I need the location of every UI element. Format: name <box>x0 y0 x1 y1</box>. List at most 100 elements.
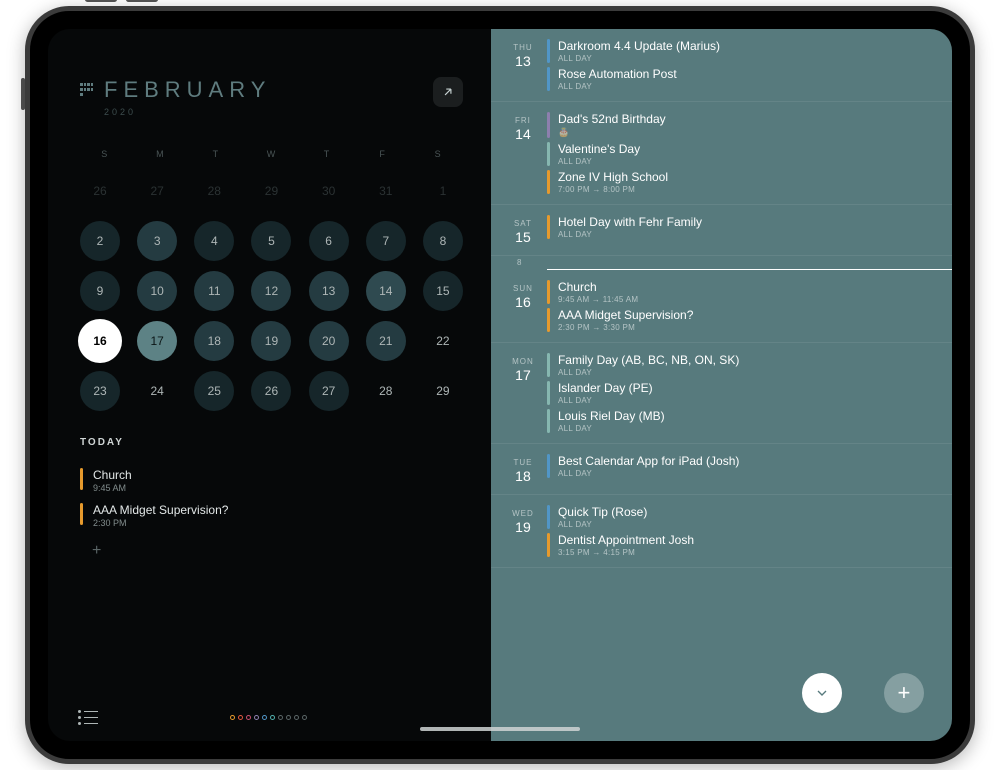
agenda-event[interactable]: Best Calendar App for iPad (Josh)ALL DAY <box>547 454 940 478</box>
calendar-day[interactable]: 5 <box>251 221 291 261</box>
agenda-date[interactable]: MON17 <box>499 353 547 433</box>
calendar-day[interactable]: 19 <box>251 321 291 361</box>
agenda-event[interactable]: Dentist Appointment Josh3:15 PM → 4:15 P… <box>547 533 940 557</box>
agenda-event[interactable]: Quick Tip (Rose)ALL DAY <box>547 505 940 529</box>
agenda-event[interactable]: Louis Riel Day (MB)ALL DAY <box>547 409 940 433</box>
agenda-date[interactable]: FRI14 <box>499 112 547 194</box>
calendar-day[interactable]: 27 <box>137 171 177 211</box>
agenda-date[interactable]: TUE18 <box>499 454 547 484</box>
calendar-day[interactable]: 2 <box>80 221 120 261</box>
calendar-day[interactable]: 28 <box>366 371 406 411</box>
event-title: Family Day (AB, BC, NB, ON, SK) <box>558 353 739 367</box>
calendar-day[interactable]: 26 <box>251 371 291 411</box>
event-title: Rose Automation Post <box>558 67 677 81</box>
calendar-day[interactable]: 28 <box>194 171 234 211</box>
weekday-short: WED <box>512 509 534 518</box>
calendar-day[interactable]: 27 <box>309 371 349 411</box>
calendar-day[interactable]: 9 <box>80 271 120 311</box>
today-event[interactable]: Church9:45 AM <box>80 468 463 493</box>
calendar-day[interactable]: 6 <box>309 221 349 261</box>
weekday-short: TUE <box>513 458 532 467</box>
calendar-day[interactable]: 17 <box>137 321 177 361</box>
agenda-events: Family Day (AB, BC, NB, ON, SK)ALL DAY Is… <box>547 353 952 433</box>
event-color-bar <box>547 170 550 194</box>
event-color-bar <box>547 353 550 377</box>
calendar-day[interactable]: 22 <box>423 321 463 361</box>
event-title: Church <box>93 468 132 482</box>
add-event-button[interactable]: + <box>884 673 924 713</box>
agenda-event[interactable]: Valentine's DayALL DAY <box>547 142 940 166</box>
agenda-pane: THU13Darkroom 4.4 Update (Marius)ALL DAY… <box>491 29 952 741</box>
list-toggle-button[interactable] <box>78 710 98 725</box>
year-label: 2020 <box>104 107 271 117</box>
agenda-event[interactable]: Rose Automation PostALL DAY <box>547 67 940 91</box>
calendar-day[interactable]: 4 <box>194 221 234 261</box>
add-today-event[interactable]: + <box>92 542 463 560</box>
weekday-short: FRI <box>515 116 531 125</box>
event-color-bar <box>80 503 83 525</box>
agenda-date[interactable]: THU13 <box>499 39 547 91</box>
calendar-day[interactable]: 12 <box>251 271 291 311</box>
calendar-day[interactable]: 11 <box>194 271 234 311</box>
calendar-day[interactable]: 13 <box>309 271 349 311</box>
agenda-event[interactable]: Church9:45 AM → 11:45 AM <box>547 280 940 304</box>
agenda-date[interactable]: WED19 <box>499 505 547 557</box>
calendar-day[interactable]: 20 <box>309 321 349 361</box>
agenda-events: Hotel Day with Fehr FamilyALL DAY <box>547 215 952 245</box>
event-time: ALL DAY <box>558 469 739 478</box>
month-title[interactable]: FEBRUARY <box>80 77 271 103</box>
device-volume-down <box>126 0 158 2</box>
weekday-label: S <box>413 149 463 159</box>
calendar-day[interactable]: 10 <box>137 271 177 311</box>
calendar-color-legend[interactable] <box>230 715 307 720</box>
day-number: 14 <box>515 126 531 142</box>
calendar-day[interactable]: 26 <box>80 171 120 211</box>
event-color-bar <box>547 454 550 478</box>
calendar-day[interactable]: 14 <box>366 271 406 311</box>
event-time: ALL DAY <box>558 157 640 166</box>
calendar-day[interactable]: 30 <box>309 171 349 211</box>
home-indicator[interactable] <box>420 727 580 731</box>
scroll-down-button[interactable] <box>802 673 842 713</box>
weekday-short: SUN <box>513 284 533 293</box>
agenda-events: Best Calendar App for iPad (Josh)ALL DAY <box>547 454 952 484</box>
agenda-event[interactable]: Family Day (AB, BC, NB, ON, SK)ALL DAY <box>547 353 940 377</box>
agenda-event[interactable]: Hotel Day with Fehr FamilyALL DAY <box>547 215 940 239</box>
calendar-day[interactable]: 21 <box>366 321 406 361</box>
calendar-day[interactable]: 18 <box>194 321 234 361</box>
calendar-day[interactable]: 29 <box>423 371 463 411</box>
agenda-list[interactable]: THU13Darkroom 4.4 Update (Marius)ALL DAY… <box>491 29 952 741</box>
agenda-event[interactable]: AAA Midget Supervision?2:30 PM → 3:30 PM <box>547 308 940 332</box>
today-events: Church9:45 AM AAA Midget Supervision?2:30… <box>80 468 463 538</box>
event-title: Darkroom 4.4 Update (Marius) <box>558 39 720 53</box>
expand-icon <box>441 85 455 99</box>
calendar-day[interactable]: 25 <box>194 371 234 411</box>
calendar-day[interactable]: 24 <box>137 371 177 411</box>
day-number: 15 <box>515 229 531 245</box>
calendar-day[interactable]: 7 <box>366 221 406 261</box>
calendar-day[interactable]: 15 <box>423 271 463 311</box>
calendar-day[interactable]: 31 <box>366 171 406 211</box>
expand-button[interactable] <box>433 77 463 107</box>
event-color-bar <box>547 112 550 138</box>
agenda-date[interactable]: SAT15 <box>499 215 547 245</box>
weekday-short: MON <box>512 357 534 366</box>
agenda-events: Quick Tip (Rose)ALL DAY Dentist Appointme… <box>547 505 952 557</box>
calendar-day[interactable]: 8 <box>423 221 463 261</box>
event-time: ALL DAY <box>558 230 702 239</box>
month-header: FEBRUARY 2020 <box>80 77 463 117</box>
today-event[interactable]: AAA Midget Supervision?2:30 PM <box>80 503 463 528</box>
event-title: Best Calendar App for iPad (Josh) <box>558 454 739 468</box>
agenda-event[interactable]: Dad's 52nd Birthday🎂 <box>547 112 940 138</box>
week-number: 8 <box>491 256 952 269</box>
agenda-date[interactable]: SUN16 <box>499 280 547 332</box>
calendar-day[interactable]: 23 <box>80 371 120 411</box>
agenda-event[interactable]: Zone IV High School7:00 PM → 8:00 PM <box>547 170 940 194</box>
calendar-day[interactable]: 1 <box>423 171 463 211</box>
agenda-event[interactable]: Darkroom 4.4 Update (Marius)ALL DAY <box>547 39 940 63</box>
event-time: ALL DAY <box>558 82 677 91</box>
calendar-day[interactable]: 29 <box>251 171 291 211</box>
calendar-day[interactable]: 16 <box>80 321 120 361</box>
agenda-event[interactable]: Islander Day (PE)ALL DAY <box>547 381 940 405</box>
calendar-day[interactable]: 3 <box>137 221 177 261</box>
